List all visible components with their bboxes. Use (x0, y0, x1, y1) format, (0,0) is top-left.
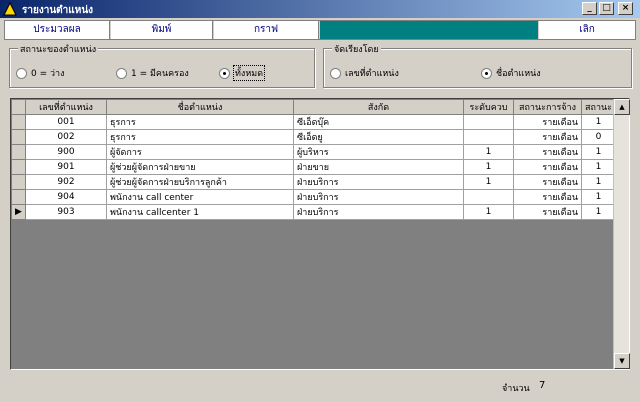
table-row-current[interactable]: ▶ 903 พนักงาน callcenter 1 ฝ่ายบริการ 1 … (11, 204, 616, 220)
grid-header-row: เลขที่ตำแหน่ง ชื่อตำแหน่ง สังกัด ระดับคว… (11, 99, 616, 115)
cell-status: 1 (581, 189, 616, 205)
column-header-status[interactable]: สถานะ (581, 99, 616, 115)
cell-name: ผู้ช่วยผู้จัดการฝ่ายขาย (106, 159, 294, 175)
print-button[interactable]: พิมพ์ (111, 21, 213, 39)
table-row[interactable]: 902 ผู้ช่วยผู้จัดการฝ่ายบริการลูกค้า ฝ่า… (11, 174, 616, 190)
sort-by-legend: จัดเรียงโดย (332, 42, 381, 56)
position-grid[interactable]: เลขที่ตำแหน่ง ชื่อตำแหน่ง สังกัด ระดับคว… (10, 98, 630, 370)
radio-icon (330, 67, 341, 79)
cell-code: 904 (25, 189, 107, 205)
status-all-radio[interactable]: ทั้งหมด (219, 65, 266, 81)
table-row[interactable]: 904 พนักงาน call center ฝ่ายบริการ รายเด… (11, 189, 616, 205)
cell-name: ผู้ช่วยผู้จัดการฝ่ายบริการลูกค้า (106, 174, 294, 190)
cell-dept: ฝ่ายขาย (293, 159, 464, 175)
cell-level (463, 129, 514, 145)
status-vacant-radio[interactable]: 0 = ว่าง (16, 66, 65, 80)
minimize-button[interactable]: _ (582, 2, 597, 15)
cell-employment: รายเดือน (513, 159, 582, 175)
toolbar: ประมวลผล พิมพ์ กราฟ เลิก (4, 20, 636, 40)
cell-dept: ฝ่ายบริการ (293, 174, 464, 190)
cell-status: 1 (581, 159, 616, 175)
cell-employment: รายเดือน (513, 174, 582, 190)
restore-button[interactable]: □ (599, 2, 614, 15)
cell-status: 1 (581, 174, 616, 190)
window-title: รายงานตำแหน่ง (22, 5, 94, 16)
cell-status: 1 (581, 144, 616, 160)
row-selector[interactable] (11, 144, 26, 160)
column-header-level[interactable]: ระดับควบ (463, 99, 514, 115)
cell-level (463, 114, 514, 130)
table-row[interactable]: 002 ธุรการ ซีเอ็ดยู รายเดือน 0 (11, 129, 616, 145)
cell-dept: ฝ่ายบริการ (293, 204, 464, 220)
warning-triangle-icon (3, 2, 17, 16)
record-count-value: 7 (539, 380, 546, 391)
cell-employment: รายเดือน (513, 144, 582, 160)
cell-dept: ซีเอ็ดบุ๊ค (293, 114, 464, 130)
exit-button[interactable]: เลิก (539, 21, 635, 39)
radio-selected-icon (481, 67, 492, 79)
cell-name: พนักงาน callcenter 1 (106, 204, 294, 220)
record-count-label: จำนวน (502, 384, 530, 394)
row-selector[interactable] (11, 174, 26, 190)
row-selector[interactable] (11, 189, 26, 205)
cell-code: 902 (25, 174, 107, 190)
cell-level: 1 (463, 174, 514, 190)
graph-button[interactable]: กราฟ (214, 21, 319, 39)
cell-dept: ฝ่ายบริการ (293, 189, 464, 205)
process-button[interactable]: ประมวลผล (5, 21, 110, 39)
cell-status: 1 (581, 114, 616, 130)
cell-level (463, 189, 514, 205)
cell-employment: รายเดือน (513, 129, 582, 145)
sort-by-code-radio[interactable]: เลขที่ตำแหน่ง (330, 66, 399, 80)
cell-status: 1 (581, 204, 616, 220)
cell-code: 900 (25, 144, 107, 160)
cell-status: 0 (581, 129, 616, 145)
column-header-code[interactable]: เลขที่ตำแหน่ง (25, 99, 107, 115)
cell-dept: ซีเอ็ดยู (293, 129, 464, 145)
column-header-name[interactable]: ชื่อตำแหน่ง (106, 99, 294, 115)
column-header-employment[interactable]: สถานะการจ้าง (513, 99, 582, 115)
cell-name: ผู้จัดการ (106, 144, 294, 160)
toolbar-highlight-bar (320, 21, 538, 39)
cell-code: 002 (25, 129, 107, 145)
position-status-legend: สถานะของตำแหน่ง (18, 42, 99, 56)
cell-dept: ผู้บริหาร (293, 144, 464, 160)
cell-level: 1 (463, 204, 514, 220)
table-row[interactable]: 900 ผู้จัดการ ผู้บริหาร 1 รายเดือน 1 (11, 144, 616, 160)
radio-icon (116, 67, 127, 79)
cell-employment: รายเดือน (513, 114, 582, 130)
cell-code: 903 (25, 204, 107, 220)
position-status-group: สถานะของตำแหน่ง 0 = ว่าง 1 = มีคนครอง ทั… (9, 42, 315, 88)
close-button[interactable]: × (618, 2, 633, 15)
cell-code: 901 (25, 159, 107, 175)
cell-employment: รายเดือน (513, 189, 582, 205)
cell-level: 1 (463, 144, 514, 160)
sort-by-name-radio[interactable]: ชื่อตำแหน่ง (481, 66, 541, 80)
row-selector-header (11, 99, 26, 115)
column-header-dept[interactable]: สังกัด (293, 99, 464, 115)
cell-employment: รายเดือน (513, 204, 582, 220)
sort-by-group: จัดเรียงโดย เลขที่ตำแหน่ง ชื่อตำแหน่ง (323, 42, 632, 88)
cell-name: ธุรการ (106, 129, 294, 145)
table-row[interactable]: 901 ผู้ช่วยผู้จัดการฝ่ายขาย ฝ่ายขาย 1 รา… (11, 159, 616, 175)
scroll-down-arrow-icon[interactable]: ▼ (614, 353, 630, 369)
cell-name: ธุรการ (106, 114, 294, 130)
current-row-indicator-icon[interactable]: ▶ (11, 204, 26, 220)
radio-selected-icon (219, 67, 230, 79)
row-selector[interactable] (11, 114, 26, 130)
row-selector[interactable] (11, 159, 26, 175)
scroll-up-arrow-icon[interactable]: ▲ (614, 99, 630, 115)
row-selector[interactable] (11, 129, 26, 145)
cell-name: พนักงาน call center (106, 189, 294, 205)
radio-icon (16, 67, 27, 79)
grid-table: เลขที่ตำแหน่ง ชื่อตำแหน่ง สังกัด ระดับคว… (11, 99, 616, 220)
cell-level: 1 (463, 159, 514, 175)
vertical-scrollbar[interactable]: ▲ ▼ (613, 99, 630, 369)
status-occupied-radio[interactable]: 1 = มีคนครอง (116, 66, 189, 80)
cell-code: 001 (25, 114, 107, 130)
table-row[interactable]: 001 ธุรการ ซีเอ็ดบุ๊ค รายเดือน 1 (11, 114, 616, 130)
title-bar: รายงานตำแหน่ง _ □ × (0, 0, 640, 18)
